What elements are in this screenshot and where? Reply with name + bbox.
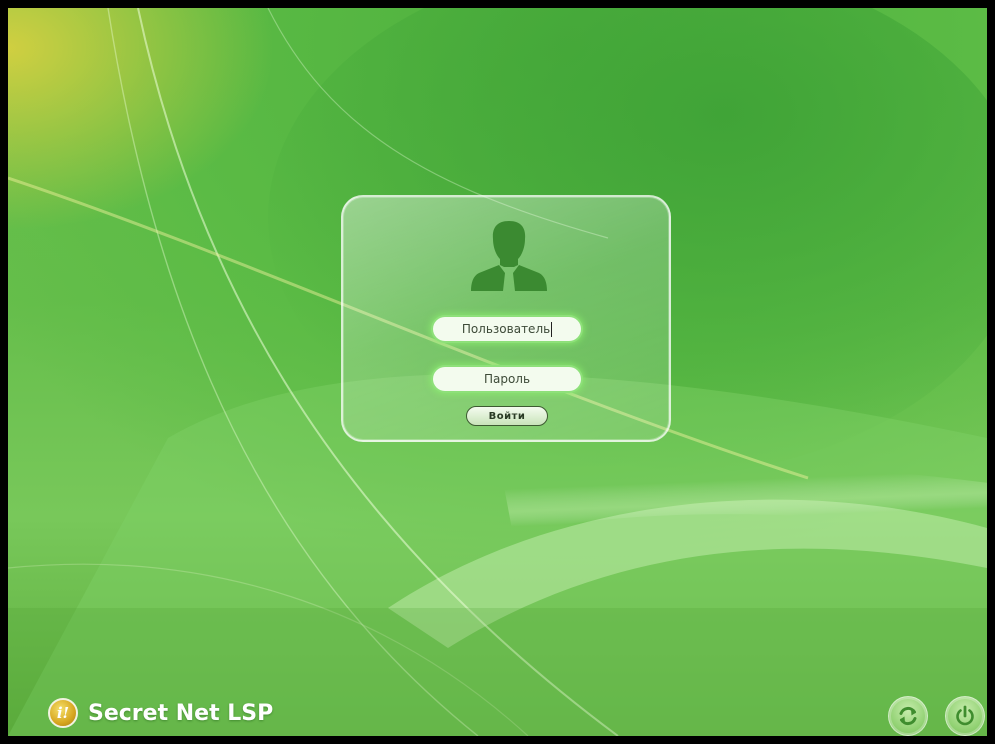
power-icon	[956, 705, 974, 726]
brand-name: Secret Net LSP	[88, 700, 274, 726]
login-panel: Пользователь Пароль Войти	[341, 195, 671, 442]
refresh-icon	[899, 706, 917, 726]
login-screen: Пользователь Пароль Войти i! Secret Net …	[8, 8, 987, 736]
username-placeholder: Пользователь	[461, 322, 551, 336]
shutdown-button[interactable]	[945, 696, 985, 736]
user-avatar-icon	[471, 221, 547, 291]
restart-button[interactable]	[888, 696, 928, 736]
login-button[interactable]: Войти	[466, 406, 548, 426]
brand: i! Secret Net LSP	[48, 698, 273, 728]
username-field[interactable]: Пользователь	[433, 317, 581, 341]
password-field[interactable]: Пароль	[433, 367, 581, 391]
password-placeholder: Пароль	[483, 372, 531, 386]
text-cursor	[551, 321, 553, 337]
brand-logo-icon: i!	[48, 698, 78, 728]
